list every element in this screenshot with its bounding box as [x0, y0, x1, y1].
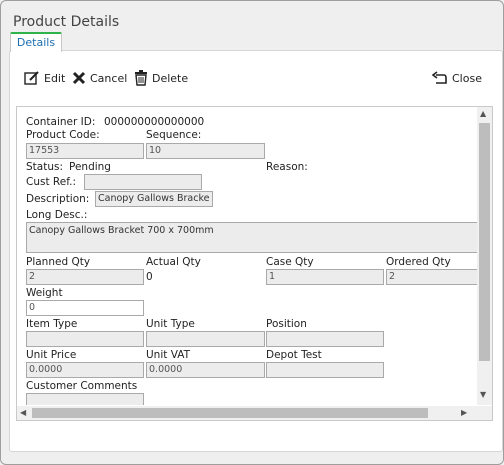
unit-price-label: Unit Price — [26, 349, 77, 361]
cust-ref-label: Cust Ref.: — [26, 176, 77, 188]
customer-comments-label: Customer Comments — [26, 380, 138, 392]
status-label: Status: — [26, 161, 63, 173]
undo-arrow-icon — [432, 71, 447, 84]
status-value: Pending — [69, 161, 111, 173]
position-label: Position — [266, 318, 307, 330]
delete-label: Delete — [152, 71, 189, 85]
long-desc-field[interactable]: Canopy Gallows Bracket 700 x 700mm — [26, 222, 477, 253]
close-button[interactable]: Close — [432, 69, 482, 87]
sequence-label: Sequence: — [146, 129, 202, 141]
cust-ref-field[interactable] — [84, 174, 202, 190]
vertical-scroll-thumb[interactable] — [479, 123, 490, 361]
planned-qty-label: Planned Qty — [26, 256, 91, 268]
dialog-title: Product Details — [13, 14, 120, 30]
trash-icon — [135, 70, 147, 86]
unit-vat-field[interactable]: 0.0000 — [146, 362, 265, 378]
tab-details[interactable]: Details — [10, 32, 62, 52]
unit-type-label: Unit Type — [146, 318, 195, 330]
vertical-scrollbar[interactable]: ▲ ▼ — [477, 107, 492, 405]
product-code-field[interactable]: 17553 — [26, 143, 144, 159]
edit-label: Edit — [44, 71, 66, 85]
item-type-label: Item Type — [26, 318, 78, 330]
customer-comments-field[interactable] — [26, 393, 144, 405]
edit-icon — [24, 71, 39, 85]
product-code-label: Product Code: — [26, 129, 100, 141]
long-desc-label: Long Desc.: — [26, 209, 88, 221]
cancel-button[interactable]: Cancel — [72, 69, 127, 87]
item-type-field[interactable] — [26, 331, 144, 347]
close-x-icon — [72, 71, 86, 85]
depot-test-label: Depot Test — [266, 349, 322, 361]
weight-field[interactable]: 0 — [26, 300, 144, 316]
unit-vat-label: Unit VAT — [146, 349, 191, 361]
delete-button[interactable]: Delete — [134, 69, 188, 87]
cancel-label: Cancel — [90, 71, 128, 85]
planned-qty-field[interactable]: 2 — [26, 269, 144, 285]
container-id-value: 000000000000000 — [104, 116, 205, 128]
ordered-qty-field[interactable]: 2 — [386, 269, 477, 285]
unit-price-field[interactable]: 0.0000 — [26, 362, 144, 378]
description-label: Description: — [26, 193, 90, 205]
unit-type-field[interactable] — [146, 331, 265, 347]
weight-label: Weight — [26, 287, 63, 299]
scroll-down-icon[interactable]: ▼ — [480, 390, 486, 399]
form-scroll-area[interactable]: Container ID: 000000000000000 Product Co… — [16, 106, 493, 421]
depot-test-field[interactable] — [266, 362, 384, 378]
actual-qty-label: Actual Qty — [146, 256, 201, 268]
scroll-right-icon[interactable]: ▶ — [461, 408, 467, 417]
position-field[interactable] — [266, 331, 384, 347]
description-field[interactable]: Canopy Gallows Bracke — [95, 191, 213, 207]
container-id-label: Container ID: — [26, 116, 96, 128]
case-qty-field[interactable]: 1 — [266, 269, 384, 285]
scroll-left-icon[interactable]: ◀ — [20, 408, 26, 417]
horizontal-scrollbar[interactable]: ◀ ▶ — [17, 406, 492, 420]
sequence-field[interactable]: 10 — [146, 143, 265, 159]
edit-button[interactable]: Edit — [24, 69, 65, 87]
actual-qty-value: 0 — [146, 271, 153, 283]
reason-label: Reason: — [266, 161, 308, 173]
scroll-up-icon[interactable]: ▲ — [480, 109, 486, 118]
case-qty-label: Case Qty — [266, 256, 314, 268]
close-label: Close — [452, 71, 482, 85]
horizontal-scroll-thumb[interactable] — [32, 408, 428, 418]
ordered-qty-label: Ordered Qty — [386, 256, 451, 268]
form-content: Container ID: 000000000000000 Product Co… — [17, 107, 477, 405]
